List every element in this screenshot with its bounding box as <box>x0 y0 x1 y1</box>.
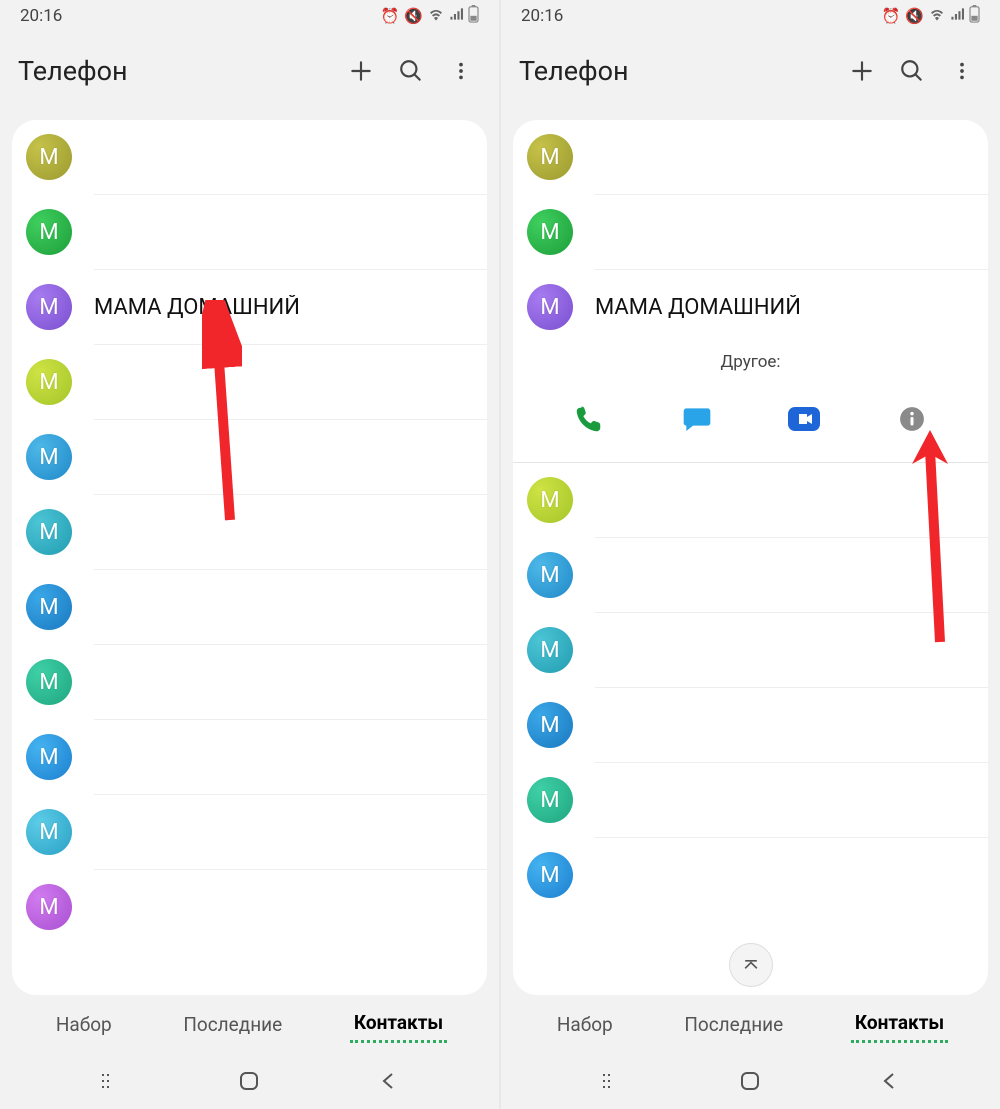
phone-screen-left: 20:16 ⏰ 🔇 Телефон MMMМАМА ДОМА <box>0 0 499 1109</box>
contact-row[interactable]: M <box>12 345 487 419</box>
contact-avatar: M <box>26 134 72 180</box>
search-button[interactable] <box>391 51 431 91</box>
status-icons: ⏰ 🔇 <box>882 5 980 27</box>
contact-row[interactable]: M <box>513 120 988 194</box>
contact-row[interactable]: M <box>12 195 487 269</box>
battery-icon <box>969 5 980 27</box>
status-time: 20:16 <box>20 6 62 26</box>
tab-contacts[interactable]: Контакты <box>851 1005 948 1043</box>
add-button[interactable] <box>341 51 381 91</box>
mute-icon: 🔇 <box>404 7 423 25</box>
tab-keypad[interactable]: Набор <box>52 1007 116 1042</box>
contact-avatar: M <box>26 359 72 405</box>
search-button[interactable] <box>892 51 932 91</box>
contact-avatar: M <box>527 209 573 255</box>
alarm-icon: ⏰ <box>381 7 400 25</box>
contact-row[interactable]: M МАМА ДОМАШНИЙ <box>12 270 487 344</box>
message-button[interactable] <box>674 396 720 442</box>
app-bar: Телефон <box>0 32 499 110</box>
tab-keypad[interactable]: Набор <box>553 1007 617 1042</box>
wifi-icon <box>929 7 945 25</box>
contact-row[interactable]: M <box>12 720 487 794</box>
contact-avatar: M <box>26 809 72 855</box>
tab-recent[interactable]: Последние <box>179 1007 286 1042</box>
status-bar: 20:16 ⏰ 🔇 <box>0 0 499 32</box>
nav-back[interactable] <box>369 1061 409 1101</box>
bottom-tabs: Набор Последние Контакты <box>501 995 1000 1053</box>
system-nav <box>0 1053 499 1109</box>
contact-row[interactable]: M <box>12 420 487 494</box>
nav-recents[interactable] <box>90 1061 130 1101</box>
bottom-tabs: Набор Последние Контакты <box>0 995 499 1053</box>
contacts-list[interactable]: MMMМАМА ДОМАШНИЙДругое:MMMMMM <box>513 120 988 995</box>
status-icons: ⏰ 🔇 <box>381 5 479 27</box>
mute-icon: 🔇 <box>905 7 924 25</box>
contact-row[interactable]: M <box>513 463 988 537</box>
app-title: Телефон <box>519 55 832 87</box>
contact-avatar: M <box>26 659 72 705</box>
contact-actions <box>513 396 988 442</box>
phone-screen-right: 20:16 ⏰ 🔇 Телефон MMMМАМА ДОМАШНИЙДругое… <box>501 0 1000 1109</box>
contact-row[interactable]: M <box>513 688 988 762</box>
alarm-icon: ⏰ <box>882 7 901 25</box>
contact-avatar: M <box>26 434 72 480</box>
scroll-top-button[interactable] <box>729 943 773 987</box>
signal-icon <box>449 7 463 25</box>
contact-row[interactable]: M <box>513 538 988 612</box>
contact-avatar: M <box>26 734 72 780</box>
status-time: 20:16 <box>521 6 563 26</box>
contact-avatar: M <box>527 777 573 823</box>
contact-row[interactable]: M <box>513 763 988 837</box>
contact-avatar: M <box>26 284 72 330</box>
contact-number-type: Другое: <box>513 352 988 372</box>
contact-avatar: M <box>26 209 72 255</box>
tab-contacts[interactable]: Контакты <box>350 1005 447 1043</box>
contact-row[interactable]: M <box>12 120 487 194</box>
contacts-list[interactable]: MMMМАМА ДОМАШНИЙMMMMMMMM <box>12 120 487 995</box>
contact-row[interactable]: M <box>12 795 487 869</box>
tab-recent[interactable]: Последние <box>680 1007 787 1042</box>
contact-name: МАМА ДОМАШНИЙ <box>595 295 801 320</box>
status-bar: 20:16 ⏰ 🔇 <box>501 0 1000 32</box>
contact-row[interactable]: M <box>513 613 988 687</box>
app-title: Телефон <box>18 55 331 87</box>
video-call-button[interactable] <box>781 396 827 442</box>
contact-row[interactable]: M <box>12 870 487 944</box>
contact-row[interactable]: M МАМА ДОМАШНИЙ <box>513 270 988 344</box>
contact-row[interactable]: M <box>513 195 988 269</box>
nav-back[interactable] <box>870 1061 910 1101</box>
contact-avatar: M <box>527 702 573 748</box>
contact-avatar: M <box>26 584 72 630</box>
contact-row[interactable]: M <box>12 645 487 719</box>
contact-row[interactable]: M <box>513 838 988 912</box>
contact-avatar: M <box>26 884 72 930</box>
contact-avatar: M <box>527 134 573 180</box>
contact-row[interactable]: M <box>12 570 487 644</box>
more-button[interactable] <box>942 51 982 91</box>
more-button[interactable] <box>441 51 481 91</box>
nav-recents[interactable] <box>591 1061 631 1101</box>
add-button[interactable] <box>842 51 882 91</box>
contact-avatar: M <box>527 852 573 898</box>
app-bar: Телефон <box>501 32 1000 110</box>
contact-avatar: M <box>26 509 72 555</box>
contact-avatar: M <box>527 477 573 523</box>
call-button[interactable] <box>566 396 612 442</box>
contact-expanded-panel: Другое: <box>513 344 988 462</box>
system-nav <box>501 1053 1000 1109</box>
contact-row[interactable]: M <box>12 495 487 569</box>
contact-avatar: M <box>527 284 573 330</box>
contact-avatar: M <box>527 627 573 673</box>
nav-home[interactable] <box>730 1061 770 1101</box>
nav-home[interactable] <box>229 1061 269 1101</box>
contact-name: МАМА ДОМАШНИЙ <box>94 295 300 320</box>
info-button[interactable] <box>889 396 935 442</box>
battery-icon <box>468 5 479 27</box>
signal-icon <box>950 7 964 25</box>
wifi-icon <box>428 7 444 25</box>
contact-avatar: M <box>527 552 573 598</box>
